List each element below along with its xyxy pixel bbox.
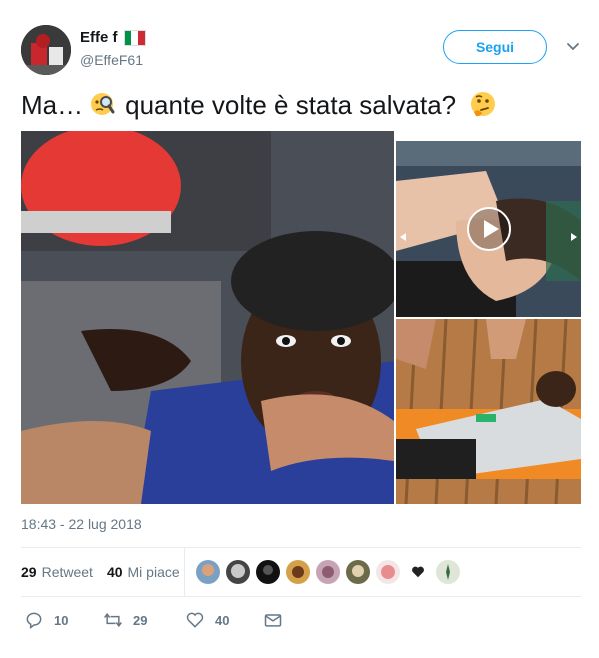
tweet-timestamp[interactable]: 18:43 - 22 lug 2018 xyxy=(21,516,142,532)
liker-avatar[interactable] xyxy=(436,560,460,584)
divider-top xyxy=(21,547,581,548)
tweet-text-start: Ma… xyxy=(21,90,84,120)
thinking-face-emoji-icon xyxy=(471,92,496,117)
liker-avatar[interactable] xyxy=(346,560,370,584)
divider-bottom xyxy=(21,596,581,597)
stats-separator xyxy=(184,548,185,596)
media-grid xyxy=(21,131,581,504)
user-handle[interactable]: @EffeF61 xyxy=(80,52,143,68)
retweet-icon xyxy=(104,612,122,628)
retweet-count: 29 xyxy=(133,612,148,628)
magnifying-glass-emoji-icon xyxy=(91,93,115,115)
liker-avatars xyxy=(196,560,460,584)
play-button[interactable] xyxy=(466,207,511,251)
tweet-text: Ma… quante volte è stata salvata? xyxy=(21,88,498,122)
likes-stat[interactable]: 40 Mi piace xyxy=(107,564,180,580)
liker-avatar[interactable] xyxy=(256,560,280,584)
liker-avatar[interactable] xyxy=(226,560,250,584)
play-icon xyxy=(483,220,499,238)
chevron-down-icon[interactable] xyxy=(566,40,580,54)
engagement-stats: 29 Retweet 40 Mi piace xyxy=(21,564,180,580)
video-thumbnail[interactable] xyxy=(396,141,581,317)
retweet-stat-label: Retweet xyxy=(41,564,93,580)
italy-flag-icon xyxy=(123,29,146,46)
retweet-stat-count: 29 xyxy=(21,564,37,580)
likes-stat-label: Mi piace xyxy=(127,564,180,580)
like-icon xyxy=(186,612,204,628)
photo-stretcher[interactable] xyxy=(396,319,581,504)
retweet-button[interactable]: 29 xyxy=(103,610,147,630)
tweet-text-middle: quante volte è stata salvata? xyxy=(125,90,457,120)
retweet-stat[interactable]: 29 Retweet xyxy=(21,564,93,580)
like-button[interactable]: 40 xyxy=(185,610,229,630)
like-count: 40 xyxy=(215,612,230,628)
liker-avatar[interactable] xyxy=(196,560,220,584)
display-name[interactable]: Effe f xyxy=(80,29,118,46)
tweet-card: Effe f @EffeF61 Segui Ma… quante volte è… xyxy=(0,0,599,658)
liker-avatar[interactable] xyxy=(286,560,310,584)
liker-avatar[interactable] xyxy=(316,560,340,584)
message-icon xyxy=(264,614,282,627)
message-button[interactable] xyxy=(263,610,283,630)
avatar[interactable] xyxy=(21,25,71,75)
photo-rescued-woman[interactable] xyxy=(21,131,394,504)
follow-button[interactable]: Segui xyxy=(443,30,547,64)
reply-count: 10 xyxy=(54,612,69,628)
likes-stat-count: 40 xyxy=(106,564,123,580)
liker-avatar[interactable] xyxy=(376,560,400,584)
heart-icon[interactable] xyxy=(406,560,430,584)
reply-icon xyxy=(26,612,42,629)
reply-button[interactable]: 10 xyxy=(24,610,68,630)
